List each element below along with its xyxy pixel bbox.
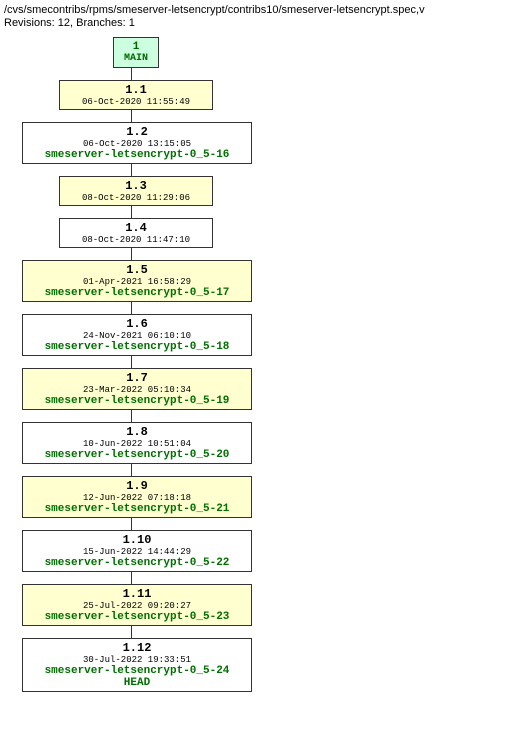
- connector-line: [131, 302, 133, 314]
- revision-summary: Revisions: 12, Branches: 1: [4, 17, 518, 29]
- revision-number: 1.6: [27, 317, 247, 331]
- revision-box: 1.912-Jun-2022 07:18:18smeserver-letsenc…: [22, 476, 252, 518]
- revision-box: 1.408-Oct-2020 11:47:10: [59, 218, 213, 248]
- revision-number: 1.9: [27, 479, 247, 493]
- revision-number: 1.8: [27, 425, 247, 439]
- file-path: /cvs/smecontribs/rpms/smeserver-letsencr…: [4, 4, 518, 16]
- revision-date: 24-Nov-2021 06:10:10: [27, 331, 247, 341]
- revision-number: 1.4: [64, 221, 208, 235]
- revision-box: 1.810-Jun-2022 10:51:04smeserver-letsenc…: [22, 422, 252, 464]
- revision-number: 1.7: [27, 371, 247, 385]
- branch-box: 1 MAIN: [113, 37, 159, 68]
- revision-tree: 1 MAIN 1.106-Oct-2020 11:55:491.206-Oct-…: [8, 37, 518, 692]
- revision-date: 10-Jun-2022 10:51:04: [27, 439, 247, 449]
- branch-number: 1: [124, 41, 148, 53]
- revision-number: 1.5: [27, 263, 247, 277]
- revision-box: 1.723-Mar-2022 05:10:34smeserver-letsenc…: [22, 368, 252, 410]
- connector-line: [131, 68, 133, 80]
- revision-tag: smeserver-letsencrypt-0_5-21: [27, 503, 247, 515]
- revision-box: 1.1125-Jul-2022 09:20:27smeserver-letsen…: [22, 584, 252, 626]
- revision-number: 1.11: [27, 587, 247, 601]
- revision-number: 1.3: [64, 179, 208, 193]
- revision-number: 1.12: [27, 641, 247, 655]
- revision-date: 08-Oct-2020 11:29:06: [64, 193, 208, 203]
- connector-line: [131, 518, 133, 530]
- revision-date: 30-Jul-2022 19:33:51: [27, 655, 247, 665]
- revision-tag: smeserver-letsencrypt-0_5-18: [27, 341, 247, 353]
- revision-box: 1.206-Oct-2020 13:15:05smeserver-letsenc…: [22, 122, 252, 164]
- connector-line: [131, 464, 133, 476]
- revision-tag: smeserver-letsencrypt-0_5-20: [27, 449, 247, 461]
- revision-box: 1.501-Apr-2021 16:58:29smeserver-letsenc…: [22, 260, 252, 302]
- revision-date: 06-Oct-2020 11:55:49: [64, 97, 208, 107]
- revision-date: 25-Jul-2022 09:20:27: [27, 601, 247, 611]
- revision-box: 1.106-Oct-2020 11:55:49: [59, 80, 213, 110]
- revision-number: 1.2: [27, 125, 247, 139]
- revision-date: 01-Apr-2021 16:58:29: [27, 277, 247, 287]
- connector-line: [131, 206, 133, 218]
- connector-line: [131, 248, 133, 260]
- revision-date: 23-Mar-2022 05:10:34: [27, 385, 247, 395]
- revision-tag: smeserver-letsencrypt-0_5-23: [27, 611, 247, 623]
- revision-number: 1.1: [64, 83, 208, 97]
- revision-box: 1.308-Oct-2020 11:29:06: [59, 176, 213, 206]
- revision-date: 08-Oct-2020 11:47:10: [64, 235, 208, 245]
- revision-tag: smeserver-letsencrypt-0_5-24: [27, 665, 247, 677]
- revision-tag: smeserver-letsencrypt-0_5-17: [27, 287, 247, 299]
- connector-line: [131, 410, 133, 422]
- revision-tag: smeserver-letsencrypt-0_5-22: [27, 557, 247, 569]
- revision-date: 06-Oct-2020 13:15:05: [27, 139, 247, 149]
- connector-line: [131, 164, 133, 176]
- revision-date: 12-Jun-2022 07:18:18: [27, 493, 247, 503]
- revision-box: 1.1230-Jul-2022 19:33:51smeserver-letsen…: [22, 638, 252, 692]
- connector-line: [131, 110, 133, 122]
- revision-box: 1.624-Nov-2021 06:10:10smeserver-letsenc…: [22, 314, 252, 356]
- connector-line: [131, 572, 133, 584]
- branch-label: MAIN: [124, 53, 148, 64]
- revision-box: 1.1015-Jun-2022 14:44:29smeserver-letsen…: [22, 530, 252, 572]
- connector-line: [131, 626, 133, 638]
- revision-head-label: HEAD: [27, 677, 247, 689]
- revision-tag: smeserver-letsencrypt-0_5-19: [27, 395, 247, 407]
- revision-tag: smeserver-letsencrypt-0_5-16: [27, 149, 247, 161]
- revision-number: 1.10: [27, 533, 247, 547]
- revision-date: 15-Jun-2022 14:44:29: [27, 547, 247, 557]
- connector-line: [131, 356, 133, 368]
